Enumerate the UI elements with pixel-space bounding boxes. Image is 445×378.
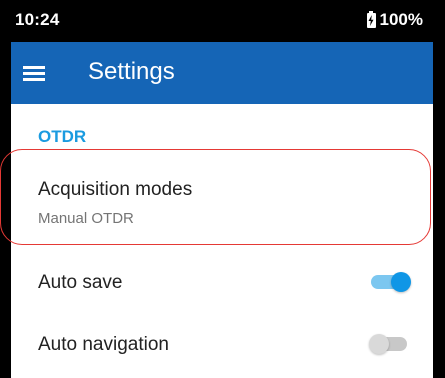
section-header-otdr: OTDR: [38, 127, 87, 146]
auto-save-title: Auto save: [38, 272, 123, 293]
page-title: Settings: [88, 58, 175, 85]
auto-navigation-toggle[interactable]: [369, 334, 409, 354]
auto-save-toggle[interactable]: [371, 272, 411, 292]
auto-navigation-preference[interactable]: Auto navigation: [11, 314, 433, 376]
status-time: 10:24: [15, 10, 60, 29]
bezel-left: [0, 0, 11, 378]
acquisition-modes-summary: Manual OTDR: [38, 210, 134, 227]
battery-charging-icon: [366, 10, 376, 28]
screen: 10:24 100% Settings OTDR Acquisition mod…: [11, 0, 433, 378]
hamburger-menu-icon[interactable]: [23, 64, 45, 82]
acquisition-modes-title: Acquisition modes: [38, 179, 193, 200]
app-bar: Settings: [11, 42, 433, 104]
auto-save-toggle-thumb: [391, 272, 411, 292]
battery-status: 100%: [366, 10, 423, 30]
device-frame: 10:24 100% Settings OTDR Acquisition mod…: [0, 0, 445, 378]
auto-save-preference[interactable]: Auto save: [11, 252, 433, 312]
auto-navigation-toggle-thumb: [369, 334, 389, 354]
battery-percent: 100%: [379, 10, 423, 29]
status-bar: 10:24 100%: [11, 0, 433, 42]
bezel-right: [433, 0, 445, 378]
acquisition-modes-preference[interactable]: Acquisition modes Manual OTDR: [11, 150, 433, 250]
auto-navigation-title: Auto navigation: [38, 334, 169, 355]
